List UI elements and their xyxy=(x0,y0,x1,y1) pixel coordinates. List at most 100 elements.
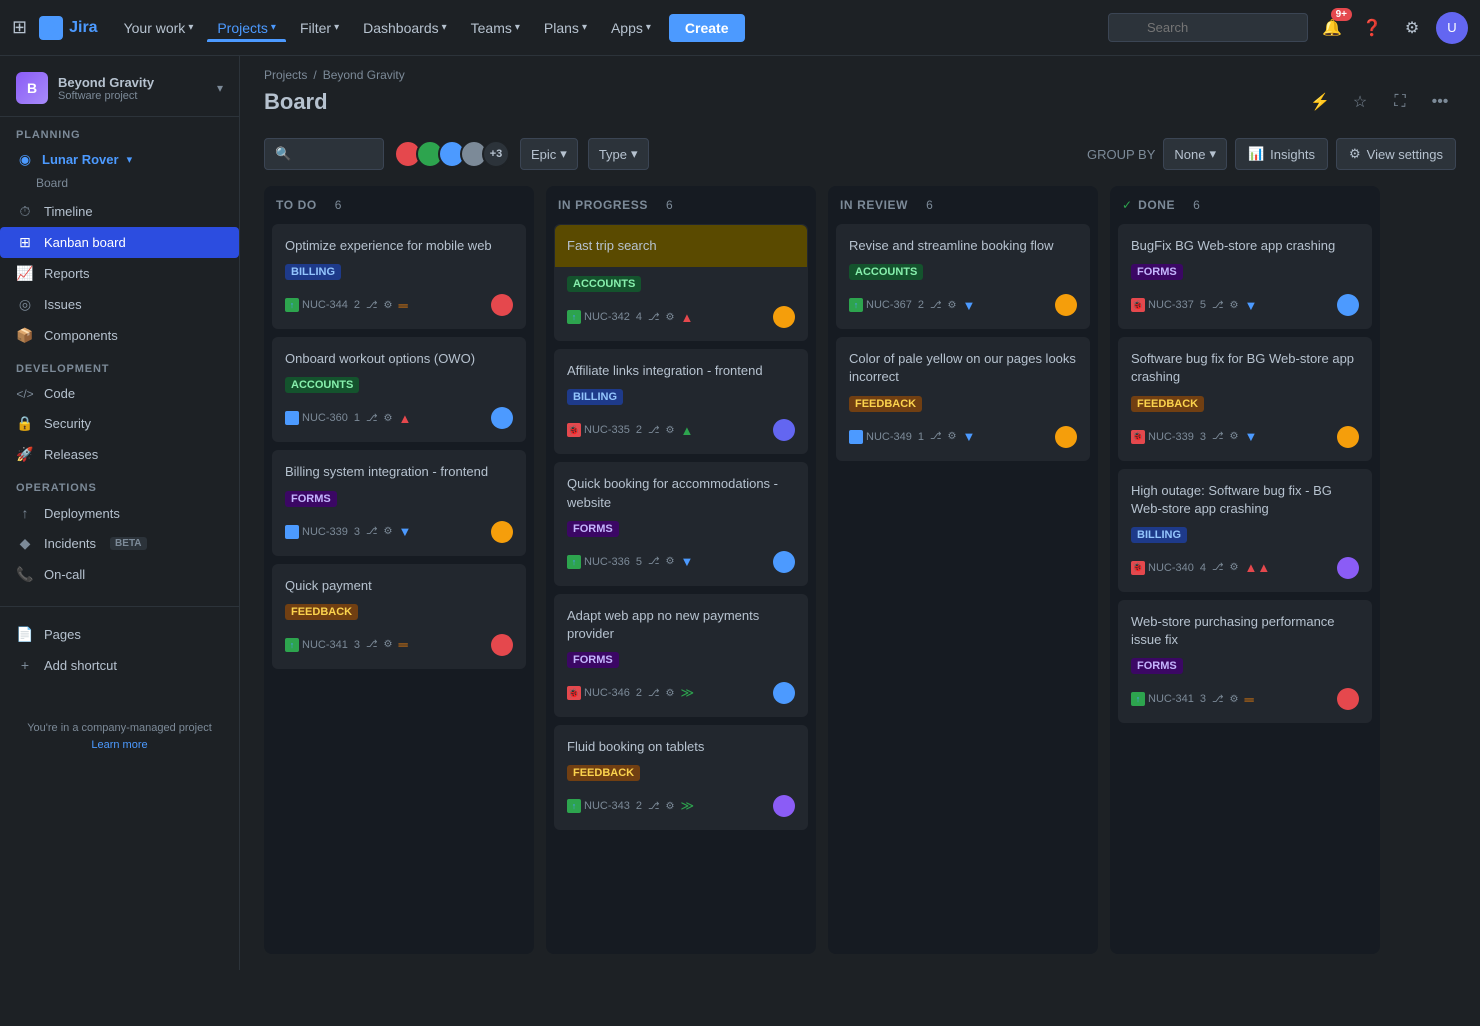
deployments-icon: ↑ xyxy=(16,505,34,521)
sidebar-item-reports[interactable]: 📈 Reports xyxy=(0,258,239,289)
sidebar-item-code[interactable]: </> Code xyxy=(0,379,239,408)
sidebar-item-security[interactable]: 🔒 Security xyxy=(0,408,239,439)
create-button[interactable]: Create xyxy=(669,14,745,42)
card-assignee-avatar[interactable] xyxy=(1337,557,1359,579)
card-assignee-avatar[interactable] xyxy=(773,551,795,573)
group-by-button[interactable]: None ▾ xyxy=(1163,138,1227,170)
avatar-overflow[interactable]: +3 xyxy=(482,140,510,168)
card[interactable]: Color of pale yellow on our pages looks … xyxy=(836,337,1090,460)
teams-nav[interactable]: Teams ▾ xyxy=(461,14,530,42)
sidebar-item-components[interactable]: 📦 Components xyxy=(0,320,239,351)
card-assignee-avatar[interactable] xyxy=(1337,688,1359,710)
chevron-down-icon: ▾ xyxy=(188,22,193,33)
notifications-button[interactable]: 🔔 9+ xyxy=(1316,12,1348,44)
board-search-input[interactable] xyxy=(297,147,373,162)
planning-section-label: PLANNING xyxy=(0,117,239,145)
card-meta: ↑ NUC-343 2 ⎇ ⚙ ≫ xyxy=(567,795,795,817)
board-search[interactable]: 🔍 xyxy=(264,138,384,170)
sidebar-item-incidents[interactable]: ◆ Incidents BETA xyxy=(0,528,239,559)
chevron-down-icon: ▾ xyxy=(442,22,447,33)
card-assignee-avatar[interactable] xyxy=(491,407,513,429)
sidebar-item-deployments[interactable]: ↑ Deployments xyxy=(0,498,239,528)
sidebar-item-releases[interactable]: 🚀 Releases xyxy=(0,439,239,470)
chevron-down-icon: ▾ xyxy=(515,22,520,33)
breadcrumb-project[interactable]: Beyond Gravity xyxy=(323,68,405,82)
jira-logo-icon xyxy=(39,16,63,40)
card-tag: FORMS xyxy=(285,491,337,507)
jira-logo[interactable]: Jira xyxy=(39,16,97,40)
card-assignee-avatar[interactable] xyxy=(1055,426,1077,448)
sidebar-project[interactable]: B Beyond Gravity Software project ▾ xyxy=(0,56,239,117)
card-assignee-avatar[interactable] xyxy=(773,682,795,704)
card-tag: FORMS xyxy=(1131,264,1183,280)
card-assignee-avatar[interactable] xyxy=(491,294,513,316)
security-icon: 🔒 xyxy=(16,415,34,432)
sidebar-item-oncall[interactable]: 📞 On-call xyxy=(0,559,239,590)
sidebar-item-pages[interactable]: 📄 Pages xyxy=(0,619,239,650)
fullscreen-button[interactable]: ⛶ xyxy=(1384,86,1416,118)
apps-nav[interactable]: Apps ▾ xyxy=(601,14,661,42)
card[interactable]: Quick payment FEEDBACK ↑ NUC-341 3 ⎇ ⚙ ═ xyxy=(272,564,526,669)
card-story-points: 1 xyxy=(918,431,924,443)
card[interactable]: High outage: Software bug fix - BG Web-s… xyxy=(1118,469,1372,592)
card-assignee-avatar[interactable] xyxy=(773,306,795,328)
card[interactable]: Fluid booking on tablets FEEDBACK ↑ NUC-… xyxy=(554,725,808,830)
grid-icon[interactable]: ⊞ xyxy=(12,17,27,38)
card[interactable]: Adapt web app no new payments provider F… xyxy=(554,594,808,717)
card[interactable]: Onboard workout options (OWO) ACCOUNTS ✓… xyxy=(272,337,526,442)
card[interactable]: Software bug fix for BG Web-store app cr… xyxy=(1118,337,1372,460)
sidebar-item-kanban[interactable]: ⊞ Kanban board xyxy=(0,227,239,258)
card-assignee-avatar[interactable] xyxy=(1337,294,1359,316)
epic-filter-button[interactable]: Epic ▾ xyxy=(520,138,578,170)
star-button[interactable]: ☆ xyxy=(1344,86,1376,118)
more-options-button[interactable]: ••• xyxy=(1424,86,1456,118)
branch-icon: ⎇ xyxy=(366,413,378,424)
view-settings-button[interactable]: ⚙ View settings xyxy=(1336,138,1456,170)
column-header: IN REVIEW6 xyxy=(828,186,1098,220)
card-assignee-avatar[interactable] xyxy=(773,795,795,817)
sidebar-item-timeline[interactable]: ⏱ Timeline xyxy=(0,196,239,227)
learn-more-link[interactable]: Learn more xyxy=(91,739,147,751)
card[interactable]: Optimize experience for mobile web BILLI… xyxy=(272,224,526,329)
sidebar-item-add-shortcut[interactable]: + Add shortcut xyxy=(0,650,239,680)
insights-button[interactable]: 📊 Insights xyxy=(1235,138,1328,170)
card[interactable]: Fast trip search ACCOUNTS ↑ NUC-342 4 ⎇ … xyxy=(554,224,808,341)
card-assignee-avatar[interactable] xyxy=(1055,294,1077,316)
your-work-nav[interactable]: Your work ▾ xyxy=(114,14,204,42)
lunar-rover-label: Lunar Rover xyxy=(42,152,119,167)
card-assignee-avatar[interactable] xyxy=(491,521,513,543)
card-meta: ✓ NUC-360 1 ⎇ ⚙ ▲ xyxy=(285,407,513,429)
card[interactable]: Billing system integration - frontend FO… xyxy=(272,450,526,555)
card[interactable]: Quick booking for accommodations - websi… xyxy=(554,462,808,585)
card-tag: FORMS xyxy=(567,521,619,537)
breadcrumb-projects[interactable]: Projects xyxy=(264,68,307,82)
user-avatar[interactable]: U xyxy=(1436,12,1468,44)
type-filter-button[interactable]: Type ▾ xyxy=(588,138,649,170)
timeline-label: Timeline xyxy=(44,204,93,219)
plans-nav[interactable]: Plans ▾ xyxy=(534,14,597,42)
card[interactable]: Revise and streamline booking flow ACCOU… xyxy=(836,224,1090,329)
projects-nav[interactable]: Projects ▾ xyxy=(207,14,286,42)
card[interactable]: Affiliate links integration - frontend B… xyxy=(554,349,808,454)
card-assignee-avatar[interactable] xyxy=(491,634,513,656)
help-button[interactable]: ❓ xyxy=(1356,12,1388,44)
project-chevron-icon[interactable]: ▾ xyxy=(217,81,223,95)
card-id: 🐞 NUC-335 xyxy=(567,423,630,437)
card-assignee-avatar[interactable] xyxy=(773,419,795,441)
lightning-button[interactable]: ⚡ xyxy=(1304,86,1336,118)
lunar-rover-item[interactable]: ◉ Lunar Rover ▾ xyxy=(0,145,239,174)
search-box[interactable] xyxy=(1108,13,1308,42)
timeline-icon: ⏱ xyxy=(16,203,34,220)
card-meta: 🐞 NUC-337 5 ⎇ ⚙ ▼ xyxy=(1131,294,1359,316)
filter-nav[interactable]: Filter ▾ xyxy=(290,14,349,42)
card-assignee-avatar[interactable] xyxy=(1337,426,1359,448)
card[interactable]: BugFix BG Web-store app crashing FORMS 🐞… xyxy=(1118,224,1372,329)
search-input[interactable] xyxy=(1141,20,1295,35)
sidebar-item-issues[interactable]: ◎ Issues xyxy=(0,289,239,320)
priority-icon: ▲ xyxy=(680,310,693,325)
settings-button[interactable]: ⚙ xyxy=(1396,12,1428,44)
dashboards-nav[interactable]: Dashboards ▾ xyxy=(353,14,457,42)
card[interactable]: Web-store purchasing performance issue f… xyxy=(1118,600,1372,723)
epic-chevron-icon: ▾ xyxy=(560,146,567,162)
assignee-filter[interactable]: +3 xyxy=(394,140,510,168)
